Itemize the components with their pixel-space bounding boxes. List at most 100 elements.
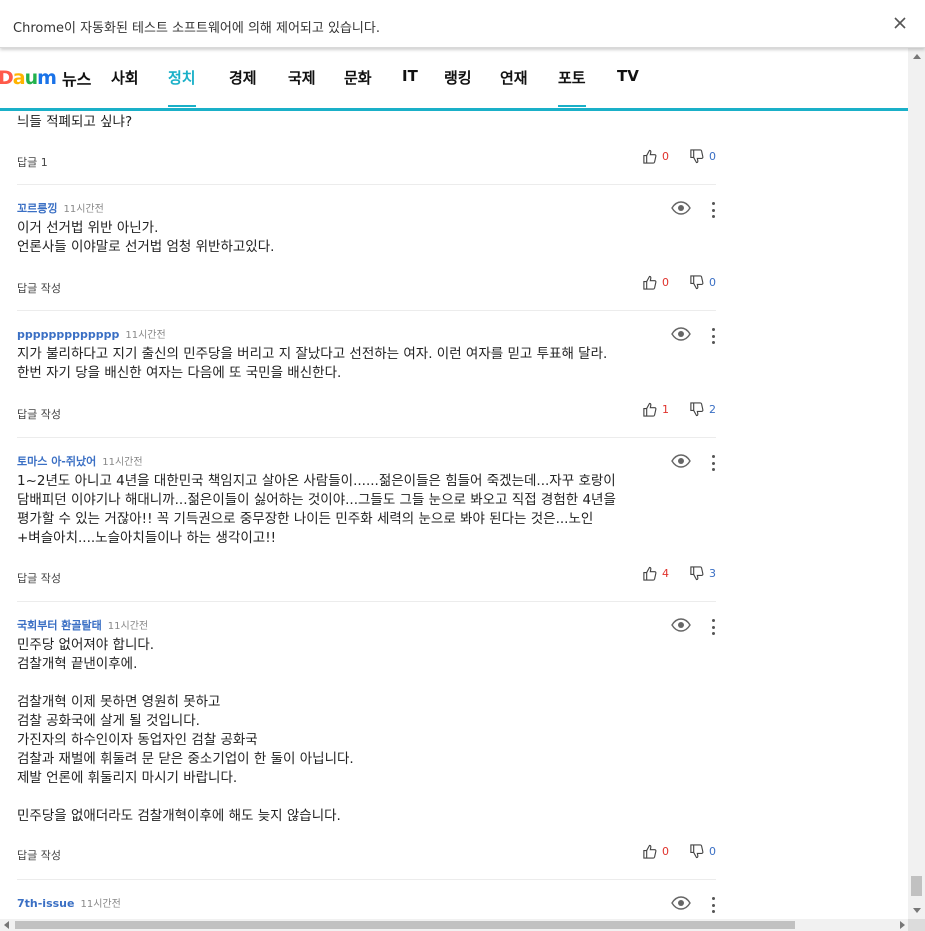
dislike-count: 0 [709,150,716,163]
comment-item: 토마스 아-쥐났어 11시간전 1~2년도 아니고 4년을 대한민국 책임지고 … [17,453,716,601]
close-icon [894,17,906,29]
dislike-count: 0 [709,276,716,289]
dislike-button[interactable]: 0 [689,275,716,290]
thumbs-down-icon [690,566,704,581]
tab-series[interactable]: 연재 [500,67,528,107]
dislike-count: 0 [709,845,716,858]
like-button[interactable]: 0 [642,844,689,859]
infobar-message: Chrome이 자동화된 테스트 소프트웨어에 의해 제어되고 있습니다. [13,21,380,36]
eye-icon[interactable] [671,617,691,636]
tab-photo[interactable]: 포토 [558,67,586,107]
tab-it[interactable]: IT [402,67,418,107]
eye-icon[interactable] [671,200,691,219]
more-options-icon[interactable] [710,455,716,471]
thumbs-down-icon [690,844,704,859]
scrollbar-corner [908,919,925,931]
dislike-count: 3 [709,567,716,580]
comment-list: 늬들 적폐되고 싶냐? 답글 1 0 0 꼬르릉낑 11시간전 이거 선거법 위… [0,111,908,919]
comment-meta: 토마스 아-쥐났어 11시간전 [17,453,143,469]
infobar-close-button[interactable] [889,12,911,34]
reply-button[interactable]: 답글 작성 [17,847,61,863]
dislike-button[interactable]: 3 [689,566,716,581]
scroll-right-icon[interactable] [896,919,908,931]
comment-author[interactable]: 꼬르릉낑 [17,200,57,216]
scroll-down-icon[interactable] [908,902,925,919]
eye-icon[interactable] [671,453,691,472]
like-button[interactable]: 1 [642,402,689,417]
reply-button[interactable]: 답글 작성 [17,570,61,586]
tab-world[interactable]: 국제 [288,67,316,107]
tab-politics[interactable]: 정치 [168,67,196,107]
like-button[interactable]: 0 [642,275,689,290]
divider [17,310,716,311]
divider [17,184,716,185]
dislike-button[interactable]: 2 [689,402,716,417]
eye-icon[interactable] [671,895,691,914]
vote-bar: 1 2 [642,402,716,417]
comment-author[interactable]: 토마스 아-쥐났어 [17,453,96,469]
comment-body: 1~2년도 아니고 4년을 대한민국 책임지고 살아온 사람들이......젊은… [17,473,616,546]
comment-item: 늬들 적폐되고 싶냐? 답글 1 0 0 [17,111,716,181]
comment-item: 국회부터 환골탈태 11시간전 민주당 없어져야 합니다. 검찰개혁 끝낸이후에… [17,617,716,877]
thumbs-up-icon [643,566,657,581]
reply-button[interactable]: 답글 작성 [17,280,61,296]
vote-bar: 0 0 [642,149,716,164]
horizontal-scrollbar[interactable] [0,919,908,931]
like-button[interactable]: 4 [642,566,689,581]
horizontal-scroll-thumb[interactable] [15,921,795,929]
vote-bar: 0 0 [642,275,716,290]
thumbs-down-icon [690,149,704,164]
reply-button[interactable]: 답글 작성 [17,406,61,422]
dislike-count: 2 [709,403,716,416]
divider [17,437,716,438]
like-button[interactable]: 0 [642,149,689,164]
more-options-icon[interactable] [710,202,716,218]
comment-author[interactable]: ppppppppppppp [17,328,119,341]
comment-meta: ppppppppppppp 11시간전 [17,326,166,341]
scroll-up-icon[interactable] [908,48,925,65]
divider [17,879,716,880]
comment-item: 꼬르릉낑 11시간전 이거 선거법 위반 아닌가. 언론사들 이야말로 선거법 … [17,200,716,310]
comment-meta: 7th-issue 11시간전 [17,895,121,910]
more-options-icon[interactable] [710,897,716,913]
dislike-button[interactable]: 0 [689,844,716,859]
more-options-icon[interactable] [710,619,716,635]
tab-society[interactable]: 사회 [111,67,139,107]
comment-time: 11시간전 [107,621,149,632]
tab-tv[interactable]: TV [617,67,639,107]
eye-icon[interactable] [671,326,691,345]
tab-culture[interactable]: 문화 [344,67,372,107]
comment-author[interactable]: 7th-issue [17,897,74,910]
site-header: Daum 뉴스 사회 정치 경제 국제 문화 IT 랭킹 연재 포토 TV [0,48,908,111]
logo[interactable]: Daum 뉴스 [0,66,91,90]
vertical-scrollbar[interactable] [908,48,925,919]
thumbs-up-icon [643,402,657,417]
section-title: 뉴스 [61,70,92,89]
comment-author[interactable]: 국회부터 환골탈태 [17,617,102,633]
like-count: 0 [662,150,669,163]
vote-bar: 0 0 [642,844,716,859]
comment-meta: 꼬르릉낑 11시간전 [17,200,104,216]
vertical-scroll-thumb[interactable] [911,876,922,896]
automation-infobar: Chrome이 자동화된 테스트 소프트웨어에 의해 제어되고 있습니다. [0,0,925,48]
reply-button[interactable]: 답글 1 [17,154,48,170]
thumbs-up-icon [643,844,657,859]
comment-body: 늬들 적폐되고 싶냐? [17,114,133,130]
tab-ranking[interactable]: 랭킹 [444,67,472,107]
like-count: 1 [662,403,669,416]
comment-body: 민주당 없어져야 합니다. 검찰개혁 끝낸이후에. 검찰개혁 이제 못하면 영원… [17,637,354,824]
daum-logo: Daum [0,67,57,89]
tab-economy[interactable]: 경제 [229,67,257,107]
comment-time: 11시간전 [125,330,166,341]
like-count: 0 [662,276,669,289]
dislike-button[interactable]: 0 [689,149,716,164]
thumbs-up-icon [643,275,657,290]
scroll-left-icon[interactable] [0,919,12,931]
comment-time: 11시간전 [102,457,143,468]
thumbs-up-icon [643,149,657,164]
divider [17,601,716,602]
more-options-icon[interactable] [710,328,716,344]
comment-item: 7th-issue 11시간전 [17,895,716,919]
like-count: 0 [662,845,669,858]
comment-time: 11시간전 [63,204,104,215]
